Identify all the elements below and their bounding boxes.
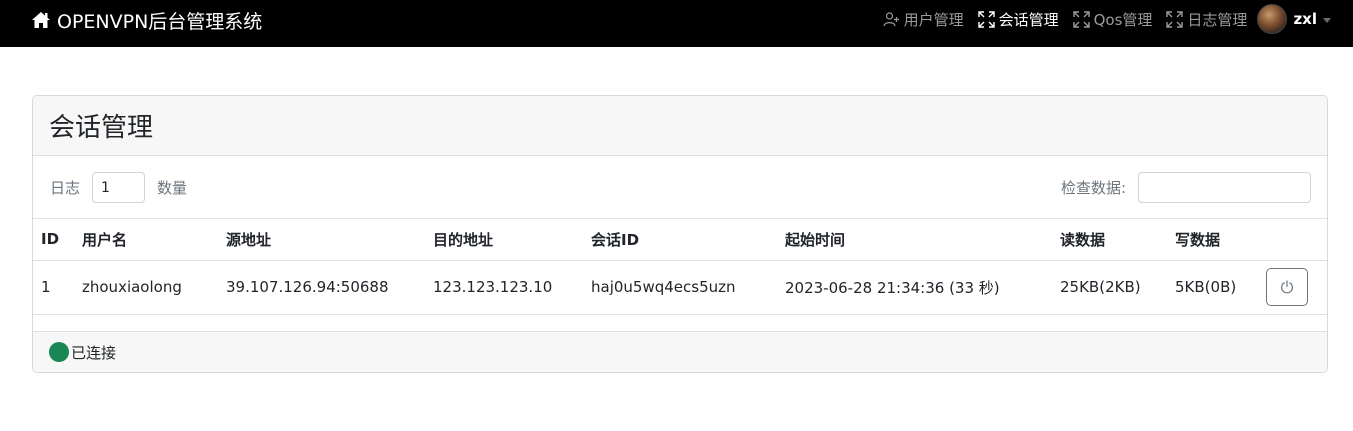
table-toolbar: 日志 数量 检查数据: xyxy=(33,156,1327,219)
session-card: 会话管理 日志 数量 检查数据: ID 用户名 源地址 目的地址 会话ID 起始… xyxy=(32,95,1328,373)
column-header-id[interactable]: ID xyxy=(33,219,74,260)
disconnect-button[interactable] xyxy=(1266,268,1308,306)
column-header-read[interactable]: 读数据 xyxy=(1052,219,1167,260)
fullscreen-icon xyxy=(977,10,995,28)
search-input[interactable] xyxy=(1138,172,1311,203)
cell-read: 25KB(2KB) xyxy=(1060,278,1141,296)
column-header-write[interactable]: 写数据 xyxy=(1167,219,1258,260)
nav-item-label: 用户管理 xyxy=(903,10,964,29)
navbar: OPENVPN后台管理系统 用户管理 会话管理 Qos管理 日志管理 zxl xyxy=(0,0,1353,47)
fullscreen-icon xyxy=(1166,10,1184,28)
cell-destination: 123.123.123.10 xyxy=(433,278,553,296)
connection-status-dot xyxy=(49,342,69,362)
user-plus-icon xyxy=(882,11,900,28)
column-header-source[interactable]: 源地址 xyxy=(218,219,425,260)
page-size-input[interactable] xyxy=(92,172,146,203)
brand-link[interactable]: OPENVPN后台管理系统 xyxy=(31,8,263,33)
nav-item-label: 日志管理 xyxy=(1187,10,1248,29)
card-footer: 已连接 xyxy=(33,331,1327,372)
column-header-destination[interactable]: 目的地址 xyxy=(425,219,583,260)
nav-item-session-management[interactable]: 会话管理 xyxy=(977,9,1059,30)
page-size-control: 日志 数量 xyxy=(50,172,187,203)
caret-down-icon xyxy=(1323,17,1331,23)
brand-title: OPENVPN后台管理系统 xyxy=(57,10,263,33)
power-icon xyxy=(1281,280,1293,294)
count-label: 数量 xyxy=(157,179,188,197)
cell-start-time: 2023-06-28 21:34:36 (33 秒) xyxy=(785,278,1000,297)
nav-item-user-management[interactable]: 用户管理 xyxy=(882,9,964,30)
cell-session-id: haj0u5wq4ecs5uzn xyxy=(591,278,736,296)
table-header-row: ID 用户名 源地址 目的地址 会话ID 起始时间 读数据 写数据 xyxy=(33,219,1327,260)
table-header: ID 用户名 源地址 目的地址 会话ID 起始时间 读数据 写数据 xyxy=(33,219,1327,260)
cell-action xyxy=(1258,260,1327,314)
avatar xyxy=(1257,4,1288,34)
nav-item-label: 会话管理 xyxy=(998,10,1059,29)
sessions-table: ID 用户名 源地址 目的地址 会话ID 起始时间 读数据 写数据 1 zhou… xyxy=(33,219,1327,315)
nav-menu: 用户管理 会话管理 Qos管理 日志管理 zxl xyxy=(882,3,1331,35)
column-header-start-time[interactable]: 起始时间 xyxy=(777,219,1052,260)
cell-write: 5KB(0B) xyxy=(1175,278,1237,296)
user-name: zxl xyxy=(1293,10,1317,28)
column-header-action xyxy=(1258,219,1327,260)
cell-source: 39.107.126.94:50688 xyxy=(226,278,389,296)
log-label: 日志 xyxy=(50,179,81,197)
nav-item-qos-management[interactable]: Qos管理 xyxy=(1072,9,1153,30)
page-title: 会话管理 xyxy=(49,113,154,143)
nav-item-label: Qos管理 xyxy=(1093,10,1153,29)
cell-username: zhouxiaolong xyxy=(82,278,182,296)
home-icon xyxy=(31,10,51,30)
table-body: 1 zhouxiaolong 39.107.126.94:50688 123.1… xyxy=(33,260,1327,314)
column-header-session-id[interactable]: 会话ID xyxy=(583,219,777,260)
search-label: 检查数据: xyxy=(1060,179,1126,197)
search-control: 检查数据: xyxy=(1061,172,1311,203)
nav-item-log-management[interactable]: 日志管理 xyxy=(1166,9,1247,30)
table-row: 1 zhouxiaolong 39.107.126.94:50688 123.1… xyxy=(33,260,1327,314)
column-header-username[interactable]: 用户名 xyxy=(74,219,218,260)
connection-status-text: 已连接 xyxy=(71,343,117,362)
card-header: 会话管理 xyxy=(33,96,1327,156)
fullscreen-icon xyxy=(1072,10,1090,28)
cell-id: 1 xyxy=(41,278,51,296)
user-menu-toggle[interactable]: zxl xyxy=(1257,4,1331,34)
